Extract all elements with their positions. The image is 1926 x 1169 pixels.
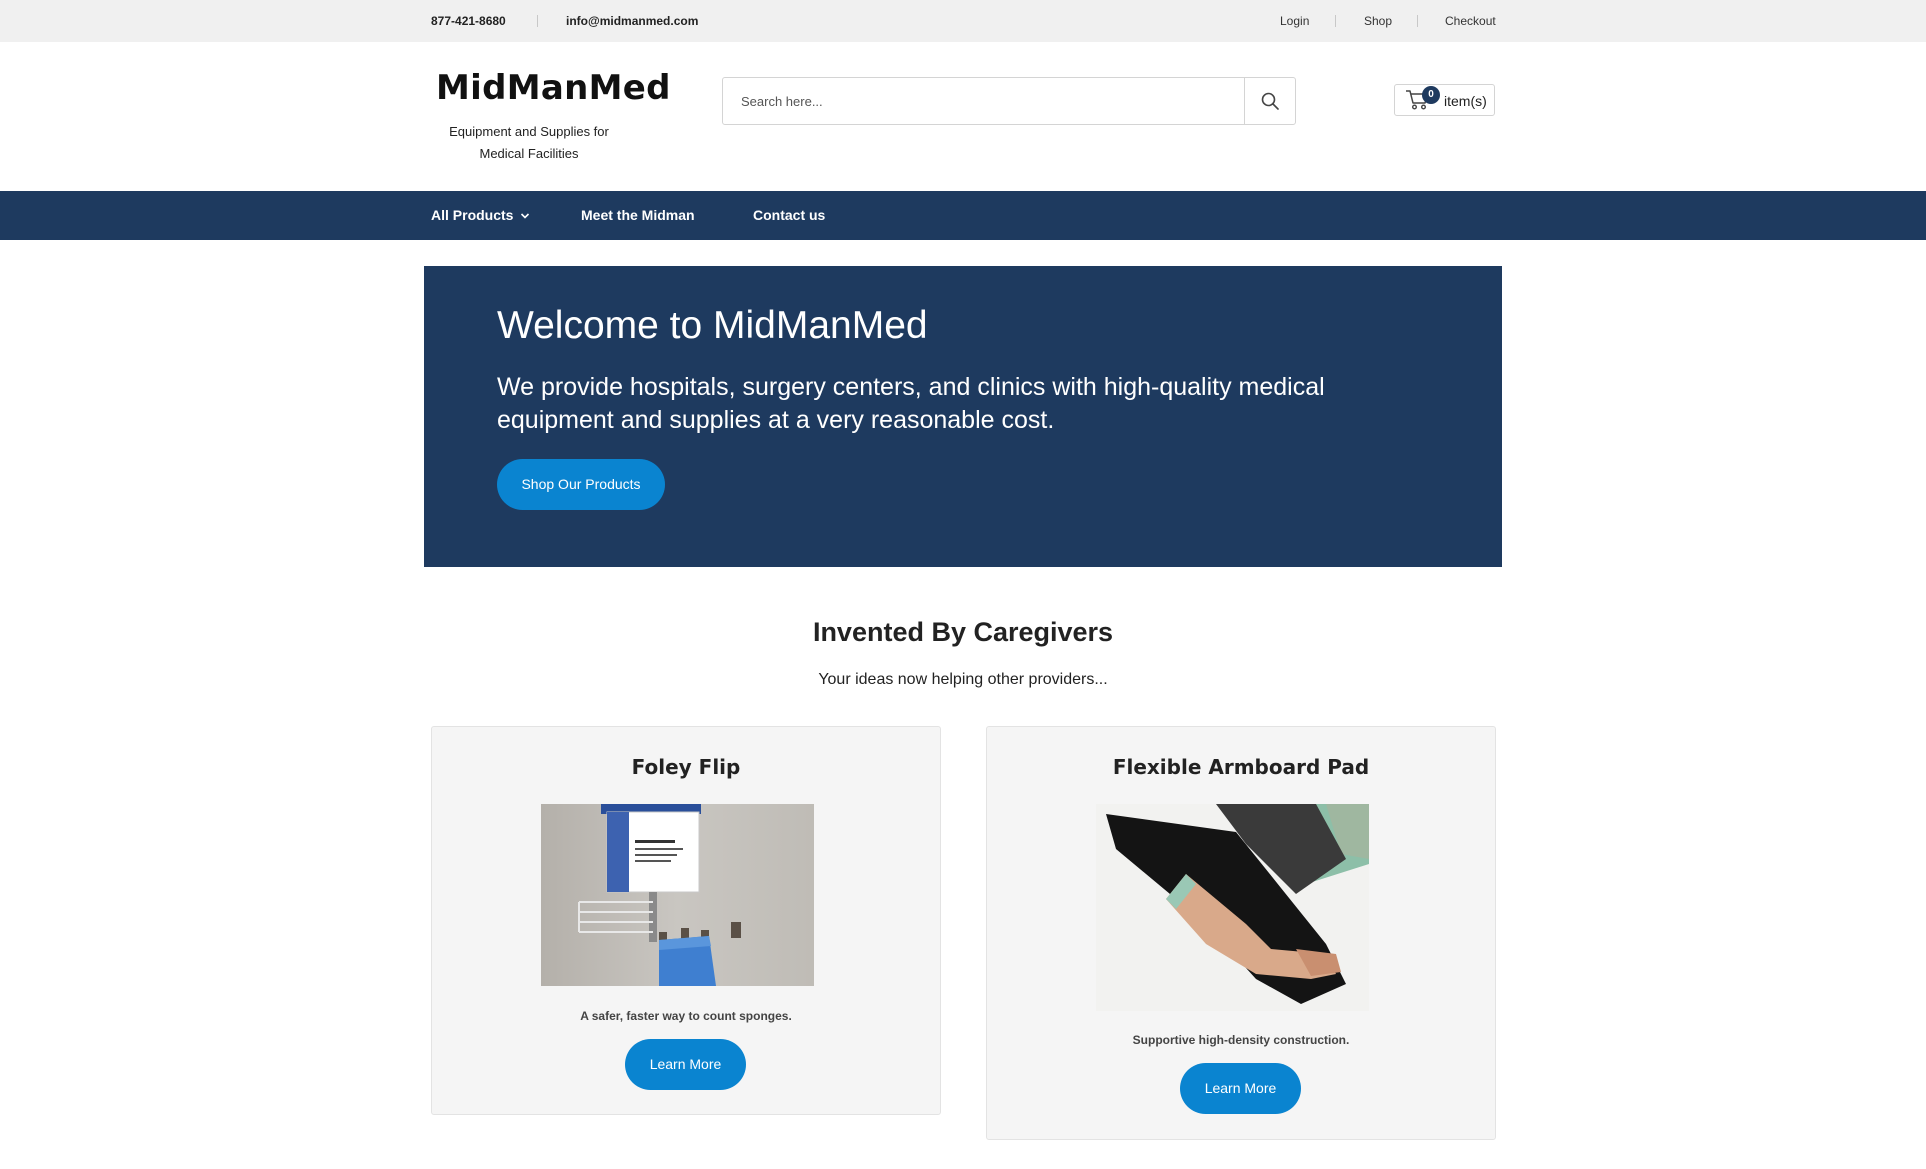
- top-bar: 877-421-8680 info@midmanmed.com Login Sh…: [0, 0, 1926, 42]
- section-title: Invented By Caregivers: [812, 617, 1114, 647]
- phone-number[interactable]: 877-421-8680: [431, 14, 506, 28]
- hero-title: Welcome to MidManMed: [497, 304, 928, 347]
- shop-link[interactable]: Shop: [1364, 14, 1392, 28]
- learn-more-button[interactable]: Learn More: [1180, 1063, 1301, 1114]
- divider: [1417, 15, 1418, 27]
- search-bar: [722, 77, 1296, 125]
- logo-tagline: Equipment and Supplies for Medical Facil…: [449, 124, 609, 161]
- product-card-foley-flip: Foley Flip A safer, faster way to count …: [431, 726, 941, 1115]
- checkout-link[interactable]: Checkout: [1445, 14, 1496, 28]
- nav-item-label: All Products: [431, 207, 514, 223]
- search-input[interactable]: [723, 78, 1244, 124]
- divider: [1335, 15, 1336, 27]
- nav-contact-us[interactable]: Contact us: [753, 207, 825, 223]
- armboard-pad-image: [1096, 804, 1369, 1011]
- cart-button[interactable]: 0 item(s): [1394, 84, 1495, 116]
- cart-count-badge: 0: [1422, 86, 1440, 104]
- card-description: A safer, faster way to count sponges.: [580, 1009, 792, 1023]
- section-subtitle: Your ideas now helping other providers..…: [818, 671, 1108, 688]
- hero-text: We provide hospitals, surgery centers, a…: [497, 373, 1325, 434]
- shop-products-button[interactable]: Shop Our Products: [497, 459, 665, 510]
- chevron-down-icon: [521, 213, 530, 219]
- product-card-flexible-armboard-pad: Flexible Armboard Pad Supportive high-de…: [986, 726, 1496, 1140]
- card-title: Flexible Armboard Pad: [1112, 755, 1370, 779]
- divider: [537, 15, 538, 27]
- main-nav: All Products Meet the Midman Contact us: [0, 191, 1926, 240]
- card-description: Supportive high-density construction.: [1132, 1033, 1350, 1047]
- logo[interactable]: MidManMed: [436, 68, 671, 108]
- nav-meet-the-midman[interactable]: Meet the Midman: [581, 207, 695, 223]
- learn-more-button[interactable]: Learn More: [625, 1039, 746, 1090]
- card-title: Foley Flip: [631, 755, 741, 779]
- search-icon: [1261, 92, 1279, 110]
- login-link[interactable]: Login: [1280, 14, 1309, 28]
- email-link[interactable]: info@midmanmed.com: [566, 14, 698, 28]
- hero-banner: Welcome to MidManMed We provide hospital…: [424, 266, 1502, 567]
- foley-flip-image: [541, 804, 814, 986]
- search-button[interactable]: [1244, 78, 1295, 124]
- cart-label: item(s): [1444, 93, 1487, 109]
- nav-all-products[interactable]: All Products: [431, 207, 530, 223]
